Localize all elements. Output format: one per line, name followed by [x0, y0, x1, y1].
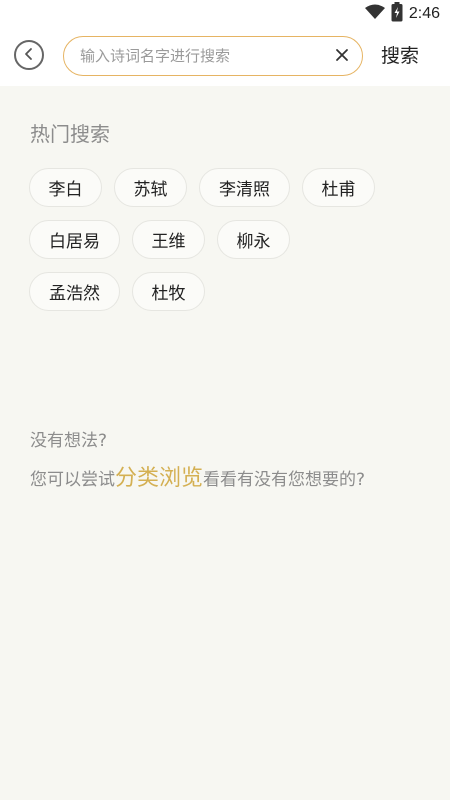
status-time: 2:46 [408, 5, 440, 22]
tag-row: 李白 苏轼 李清照 杜甫 [29, 168, 429, 207]
back-button[interactable] [14, 40, 44, 70]
header: 搜索 [0, 28, 450, 86]
browse-suggestion-prefix: 您可以尝试 [30, 470, 115, 490]
hot-search-tags: 李白 苏轼 李清照 杜甫 白居易 王维 柳永 孟浩然 杜牧 [29, 168, 429, 324]
search-input[interactable] [80, 47, 330, 65]
wifi-icon [364, 4, 385, 24]
hot-tag-meng-haoran[interactable]: 孟浩然 [29, 272, 120, 311]
no-idea-hint: 没有想法? [30, 431, 108, 451]
hot-tag-bai-juyi[interactable]: 白居易 [29, 220, 120, 259]
chevron-left-icon [22, 46, 36, 65]
status-bar: 2:46 [0, 0, 450, 28]
clear-button[interactable] [330, 44, 354, 68]
browse-suggestion: 您可以尝试分类浏览看看有没有您想要的? [30, 460, 365, 492]
hot-tag-du-mu[interactable]: 杜牧 [132, 272, 205, 311]
search-box [63, 36, 363, 76]
tag-row: 孟浩然 杜牧 [29, 272, 429, 311]
browse-suggestion-suffix: 看看有没有您想要的? [203, 470, 366, 490]
battery-charging-icon [391, 2, 403, 26]
hot-tag-su-shi[interactable]: 苏轼 [114, 168, 187, 207]
category-browse-link[interactable]: 分类浏览 [115, 466, 203, 491]
hot-tag-li-qingzhao[interactable]: 李清照 [199, 168, 290, 207]
hot-tag-liu-yong[interactable]: 柳永 [217, 220, 290, 259]
search-button[interactable]: 搜索 [381, 44, 419, 68]
hot-search-title: 热门搜索 [30, 122, 110, 146]
status-icons: 2:46 [364, 2, 440, 26]
hot-tag-du-fu[interactable]: 杜甫 [302, 168, 375, 207]
hot-tag-wang-wei[interactable]: 王维 [132, 220, 205, 259]
hot-tag-li-bai[interactable]: 李白 [29, 168, 102, 207]
close-icon [335, 47, 349, 66]
tag-row: 白居易 王维 柳永 [29, 220, 429, 259]
